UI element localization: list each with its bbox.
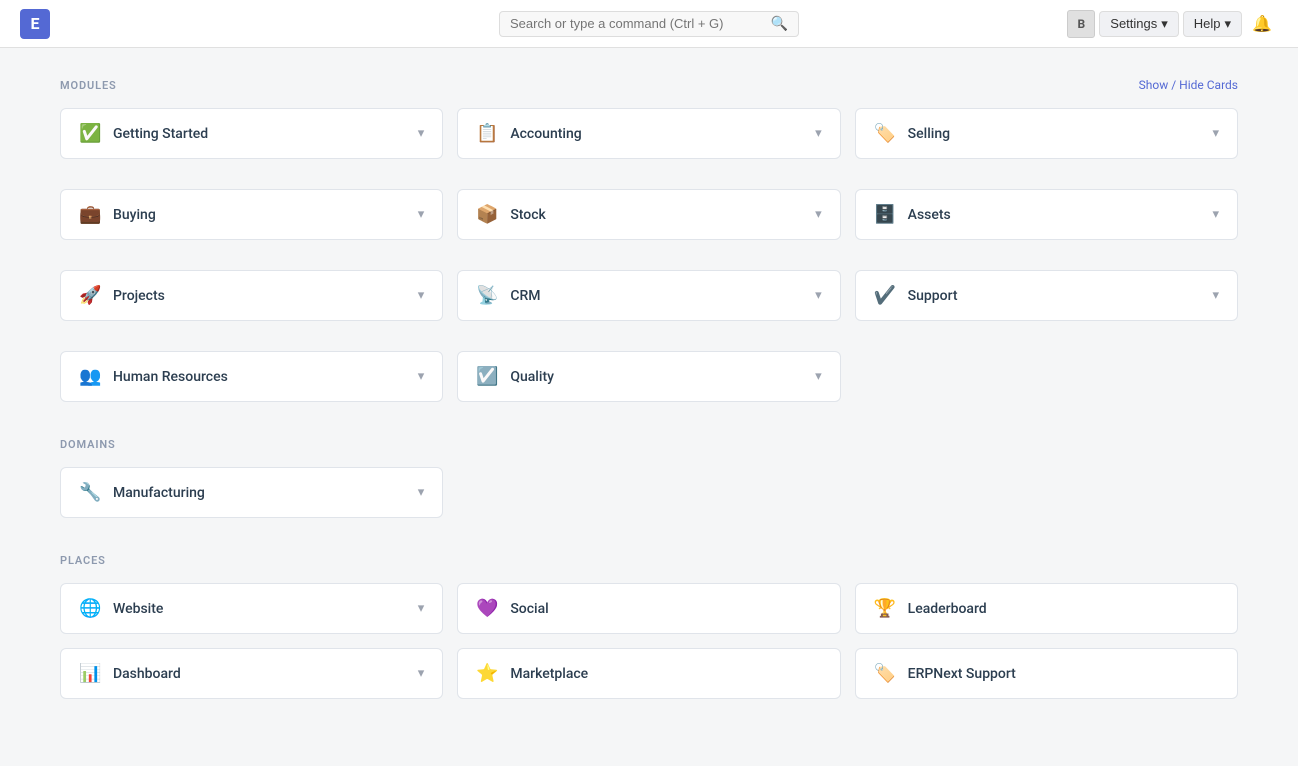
selling-chevron-icon: ▾ (1212, 126, 1219, 141)
card-stock[interactable]: 📦 Stock ▾ (457, 189, 840, 240)
search-bar[interactable]: 🔍 (499, 11, 799, 37)
support-label: Support (908, 288, 958, 304)
card-human-resources[interactable]: 👥 Human Resources ▾ (60, 351, 443, 402)
buying-chevron-icon: ▾ (418, 207, 425, 222)
app-logo[interactable]: E (20, 9, 50, 39)
card-manufacturing[interactable]: 🔧 Manufacturing ▾ (60, 467, 443, 518)
dashboard-chevron-icon: ▾ (418, 666, 425, 681)
card-marketplace[interactable]: ⭐ Marketplace (457, 648, 840, 699)
leaderboard-label: Leaderboard (908, 601, 987, 617)
projects-icon: 🚀 (79, 285, 101, 306)
modules-section: MODULES Show / Hide Cards ✅ Getting Star… (60, 78, 1238, 402)
quality-chevron-icon: ▾ (815, 369, 822, 384)
card-assets[interactable]: 🗄️ Assets ▾ (855, 189, 1238, 240)
getting-started-label: Getting Started (113, 126, 208, 142)
quality-icon: ☑️ (476, 366, 498, 387)
manufacturing-chevron-icon: ▾ (418, 485, 425, 500)
card-crm[interactable]: 📡 CRM ▾ (457, 270, 840, 321)
website-chevron-icon: ▾ (418, 601, 425, 616)
buying-label: Buying (113, 207, 156, 223)
projects-label: Projects (113, 288, 165, 304)
erpnext-support-label: ERPNext Support (908, 666, 1016, 682)
card-social[interactable]: 💜 Social (457, 583, 840, 634)
modules-row-3: 🚀 Projects ▾ 📡 CRM ▾ ✔️ Support ▾ (60, 270, 1238, 321)
modules-row-1: ✅ Getting Started ▾ 📋 Accounting ▾ 🏷️ Se… (60, 108, 1238, 159)
search-icon: 🔍 (771, 16, 788, 32)
notifications-bell-button[interactable]: 🔔 (1246, 10, 1278, 38)
card-website[interactable]: 🌐 Website ▾ (60, 583, 443, 634)
accounting-chevron-icon: ▾ (815, 126, 822, 141)
assets-chevron-icon: ▾ (1212, 207, 1219, 222)
website-icon: 🌐 (79, 598, 101, 619)
crm-label: CRM (510, 288, 540, 304)
buying-icon: 💼 (79, 204, 101, 225)
human-resources-label: Human Resources (113, 369, 228, 385)
social-icon: 💜 (476, 598, 498, 619)
card-erpnext-support[interactable]: 🏷️ ERPNext Support (855, 648, 1238, 699)
settings-chevron-icon: ▾ (1161, 16, 1168, 32)
projects-chevron-icon: ▾ (418, 288, 425, 303)
stock-icon: 📦 (476, 204, 498, 225)
show-hide-cards-link[interactable]: Show / Hide Cards (1139, 78, 1238, 92)
help-button[interactable]: Help ▾ (1183, 11, 1242, 37)
navbar-right: B Settings ▾ Help ▾ 🔔 (1067, 10, 1278, 38)
manufacturing-icon: 🔧 (79, 482, 101, 503)
human-resources-chevron-icon: ▾ (418, 369, 425, 384)
modules-row-4: 👥 Human Resources ▾ ☑️ Quality ▾ (60, 351, 1238, 402)
selling-icon: 🏷️ (874, 123, 896, 144)
selling-label: Selling (908, 126, 950, 142)
crm-chevron-icon: ▾ (815, 288, 822, 303)
places-row-2: 📊 Dashboard ▾ ⭐ Marketplace 🏷️ ERPNext S… (60, 648, 1238, 699)
modules-label: MODULES (60, 79, 117, 92)
assets-label: Assets (908, 207, 951, 223)
card-leaderboard[interactable]: 🏆 Leaderboard (855, 583, 1238, 634)
getting-started-chevron-icon: ▾ (418, 126, 425, 141)
help-chevron-icon: ▾ (1225, 16, 1232, 32)
dashboard-label: Dashboard (113, 666, 181, 682)
places-label: PLACES (60, 554, 106, 567)
main-content: MODULES Show / Hide Cards ✅ Getting Star… (0, 48, 1298, 765)
crm-icon: 📡 (476, 285, 498, 306)
accounting-icon: 📋 (476, 123, 498, 144)
avatar[interactable]: B (1067, 10, 1095, 38)
domains-section: DOMAINS 🔧 Manufacturing ▾ (60, 438, 1238, 518)
card-selling[interactable]: 🏷️ Selling ▾ (855, 108, 1238, 159)
card-getting-started[interactable]: ✅ Getting Started ▾ (60, 108, 443, 159)
social-label: Social (510, 601, 548, 617)
card-buying[interactable]: 💼 Buying ▾ (60, 189, 443, 240)
card-quality[interactable]: ☑️ Quality ▾ (457, 351, 840, 402)
stock-label: Stock (510, 207, 546, 223)
search-input[interactable] (510, 16, 765, 31)
leaderboard-icon: 🏆 (874, 598, 896, 619)
modules-section-header: MODULES Show / Hide Cards (60, 78, 1238, 92)
settings-button[interactable]: Settings ▾ (1099, 11, 1179, 37)
getting-started-icon: ✅ (79, 123, 101, 144)
support-icon: ✔️ (874, 285, 896, 306)
navbar: E 🔍 B Settings ▾ Help ▾ 🔔 (0, 0, 1298, 48)
accounting-label: Accounting (510, 126, 581, 142)
marketplace-label: Marketplace (510, 666, 588, 682)
stock-chevron-icon: ▾ (815, 207, 822, 222)
manufacturing-label: Manufacturing (113, 485, 205, 501)
places-row-1: 🌐 Website ▾ 💜 Social 🏆 Leaderboard (60, 583, 1238, 634)
support-chevron-icon: ▾ (1212, 288, 1219, 303)
card-accounting[interactable]: 📋 Accounting ▾ (457, 108, 840, 159)
domains-section-header: DOMAINS (60, 438, 1238, 451)
quality-label: Quality (510, 369, 554, 385)
erpnext-support-icon: 🏷️ (874, 663, 896, 684)
modules-row-2: 💼 Buying ▾ 📦 Stock ▾ 🗄️ Assets ▾ (60, 189, 1238, 240)
website-label: Website (113, 601, 163, 617)
card-dashboard[interactable]: 📊 Dashboard ▾ (60, 648, 443, 699)
domains-label: DOMAINS (60, 438, 116, 451)
marketplace-icon: ⭐ (476, 663, 498, 684)
card-support[interactable]: ✔️ Support ▾ (855, 270, 1238, 321)
assets-icon: 🗄️ (874, 204, 896, 225)
dashboard-icon: 📊 (79, 663, 101, 684)
human-resources-icon: 👥 (79, 366, 101, 387)
places-section-header: PLACES (60, 554, 1238, 567)
domains-row-1: 🔧 Manufacturing ▾ (60, 467, 1238, 518)
places-section: PLACES 🌐 Website ▾ 💜 Social 🏆 Lea (60, 554, 1238, 699)
bell-icon: 🔔 (1252, 16, 1272, 33)
card-projects[interactable]: 🚀 Projects ▾ (60, 270, 443, 321)
